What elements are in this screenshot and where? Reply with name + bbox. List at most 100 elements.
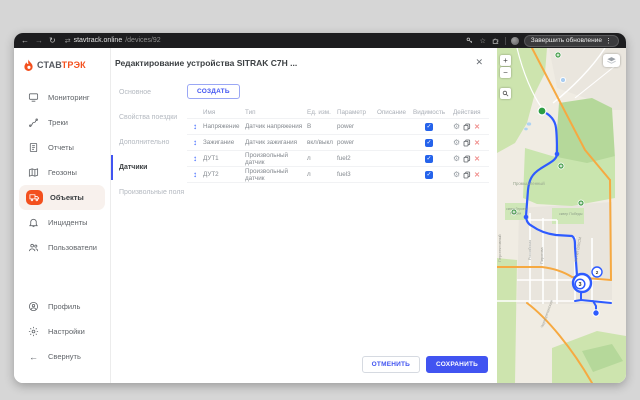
sidebar-item-settings[interactable]: Настройки	[14, 319, 110, 344]
site-info-icon[interactable]: ⇄	[65, 37, 71, 45]
sidebar-item-profile[interactable]: Профиль	[14, 294, 110, 319]
row-settings-gear-icon[interactable]: ⚙	[453, 171, 460, 179]
map-panel[interactable]: Промышленный сквер Победы сквер Героев Р…	[497, 48, 626, 383]
back-icon[interactable]: ←	[21, 37, 29, 45]
sidebar-item-tracks[interactable]: Треки	[14, 110, 110, 135]
reload-icon[interactable]: ↻	[49, 37, 56, 45]
row-delete-icon[interactable]: ✕	[474, 123, 480, 131]
url-path: /devices/92	[125, 37, 160, 44]
col-visibility: Видимость	[413, 109, 453, 116]
drag-handle-icon[interactable]: ↕	[187, 154, 203, 163]
row-delete-icon[interactable]: ✕	[474, 155, 480, 163]
browser-menu-icon[interactable]: ⋮	[605, 37, 612, 45]
sensor-type: Датчик напряжения	[245, 123, 307, 130]
sidebar-item-users[interactable]: Пользователи	[14, 235, 110, 260]
tab-custom-fields[interactable]: Произвольные поля	[111, 180, 183, 205]
row-settings-gear-icon[interactable]: ⚙	[453, 155, 460, 163]
sensor-unit: вкл/выкл	[307, 139, 337, 146]
street-label: Пирогова	[540, 247, 544, 264]
tab-main[interactable]: Основное	[111, 80, 183, 105]
sensor-type: Произвольный датчик	[245, 152, 307, 166]
row-copy-icon[interactable]	[463, 171, 471, 179]
app-logo[interactable]: СТАВТРЭК	[14, 56, 110, 74]
table-row: ↕ Напряжение Датчик напряжения В power ✓…	[187, 119, 489, 135]
row-copy-icon[interactable]	[463, 155, 471, 163]
check-icon: ✓	[426, 155, 431, 162]
drag-handle-icon[interactable]: ↕	[187, 170, 203, 179]
map-pond	[527, 122, 531, 125]
users-icon	[26, 241, 41, 255]
row-actions: ⚙ ✕	[453, 171, 489, 179]
drag-handle-icon[interactable]: ↕	[187, 122, 203, 131]
extensions-puzzle-icon[interactable]	[492, 37, 500, 45]
row-actions: ⚙ ✕	[453, 123, 489, 131]
close-icon[interactable]: ✕	[475, 57, 483, 68]
tab-trip-properties[interactable]: Свойства поездки	[111, 105, 183, 130]
modal-tabs: Основное Свойства поездки Дополнительно …	[111, 80, 183, 205]
map-search-button[interactable]	[500, 88, 511, 99]
collapse-arrow-icon: ←	[26, 350, 41, 364]
map-green-area	[497, 258, 517, 383]
route-end-marker[interactable]	[593, 310, 599, 316]
sidebar: СТАВТРЭК Мониторинг Треки	[14, 48, 111, 383]
sensor-name: Зажигание	[203, 139, 245, 146]
sensors-table-header: Имя Тип Ед. изм. Параметр Описание Видим…	[187, 106, 489, 119]
sidebar-item-objects[interactable]: Объекты	[19, 185, 105, 210]
password-key-icon[interactable]	[466, 37, 474, 45]
browser-profile-avatar[interactable]	[511, 37, 519, 45]
tab-additional[interactable]: Дополнительно	[111, 130, 183, 155]
profile-icon	[26, 300, 41, 314]
row-settings-gear-icon[interactable]: ⚙	[453, 123, 460, 131]
sidebar-footer: Профиль Настройки ← Свернуть	[14, 294, 110, 369]
sidebar-item-monitoring[interactable]: Мониторинг	[14, 85, 110, 110]
map-zoom-controls: + −	[500, 55, 511, 99]
waypoint-marker[interactable]	[560, 77, 565, 82]
drag-handle-icon[interactable]: ↕	[187, 138, 203, 147]
forward-icon[interactable]: →	[35, 37, 43, 45]
table-row: ↕ ДУТ1 Произвольный датчик л fuel2 ✓ ⚙ ✕	[187, 151, 489, 167]
zoom-in-button[interactable]: +	[500, 55, 511, 66]
tab-sensors[interactable]: Датчики	[111, 155, 183, 180]
finish-update-button[interactable]: Завершить обновление ⋮	[524, 35, 619, 47]
row-copy-icon[interactable]	[463, 123, 471, 131]
cancel-button[interactable]: ОТМЕНИТЬ	[362, 356, 420, 373]
map-canvas[interactable]: Промышленный сквер Победы сквер Героев Р…	[497, 48, 626, 383]
park-label: сквер Героев	[506, 207, 527, 211]
table-row: ↕ ДУТ2 Произвольный датчик л fuel3 ✓ ⚙ ✕	[187, 167, 489, 183]
bookmark-star-icon[interactable]: ☆	[479, 37, 487, 45]
sensor-param: fuel3	[337, 171, 377, 178]
sidebar-item-collapse[interactable]: ← Свернуть	[14, 344, 110, 369]
sensor-type: Датчик зажигания	[245, 139, 307, 146]
visibility-checkbox[interactable]: ✓	[425, 139, 433, 147]
geozones-icon	[26, 166, 41, 180]
row-actions: ⚙ ✕	[453, 155, 489, 163]
row-settings-gear-icon[interactable]: ⚙	[453, 139, 460, 147]
route-start-marker[interactable]	[538, 107, 546, 115]
street-label: Перспективный	[498, 234, 502, 262]
save-button[interactable]: СОХРАНИТЬ	[426, 356, 488, 373]
row-copy-icon[interactable]	[463, 139, 471, 147]
check-icon: ✓	[426, 139, 431, 146]
url-domain: stavtrack.online	[74, 37, 123, 44]
row-delete-icon[interactable]: ✕	[474, 139, 480, 147]
sensors-panel: СОЗДАТЬ Имя Тип Ед. изм. Параметр Описан…	[183, 80, 497, 205]
sidebar-item-geozones[interactable]: Геозоны	[14, 160, 110, 185]
sensor-param: fuel2	[337, 155, 377, 162]
sidebar-item-incidents[interactable]: Инциденты	[14, 210, 110, 235]
zoom-out-button[interactable]: −	[500, 67, 511, 78]
sidebar-item-reports[interactable]: Отчеты	[14, 135, 110, 160]
create-sensor-button[interactable]: СОЗДАТЬ	[187, 84, 240, 99]
visibility-checkbox[interactable]: ✓	[425, 123, 433, 131]
flame-logo-icon	[23, 59, 34, 72]
finish-update-label: Завершить обновление	[531, 37, 602, 44]
tracks-icon	[26, 116, 41, 130]
row-delete-icon[interactable]: ✕	[474, 171, 480, 179]
reports-icon	[26, 141, 41, 155]
map-layers-button[interactable]	[603, 54, 620, 67]
col-actions: Действия	[453, 109, 489, 116]
visibility-checkbox[interactable]: ✓	[425, 155, 433, 163]
visibility-checkbox[interactable]: ✓	[425, 171, 433, 179]
map-pond	[524, 128, 528, 131]
address-bar[interactable]: ⇄ stavtrack.online/devices/92	[65, 37, 161, 45]
sidebar-nav: Мониторинг Треки Отчеты	[14, 85, 110, 260]
